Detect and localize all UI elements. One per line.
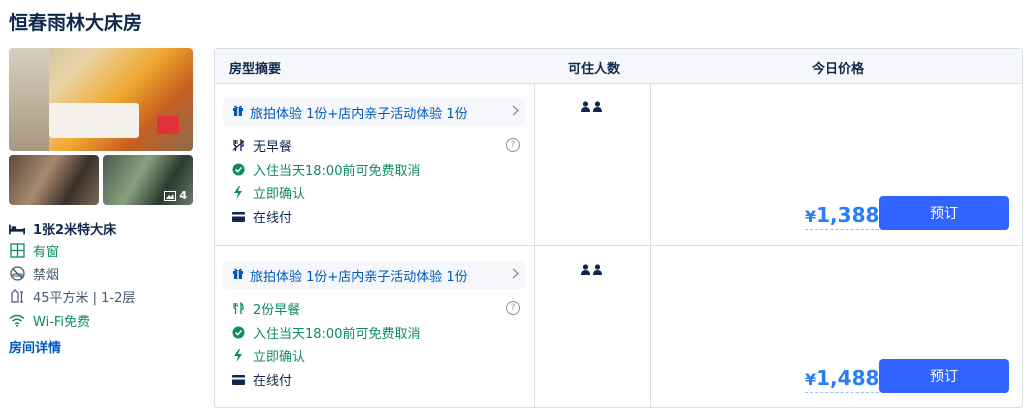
guest-count [581, 101, 602, 112]
lightning-icon [231, 349, 245, 363]
payment-info: 在线付 [231, 370, 292, 389]
wifi-label: Wi-Fi免费 [33, 315, 91, 330]
package-label: 旅拍体验 1份+店内亲子活动体验 1份 [250, 106, 468, 122]
gift-icon [232, 267, 244, 283]
person-icon [593, 101, 602, 112]
instant-confirm: 立即确认 [231, 183, 305, 202]
no-meal-icon [231, 139, 245, 153]
window-label: 有窗 [33, 245, 60, 260]
room-title: 恒春雨林大床房 [9, 12, 143, 34]
chevron-right-icon [512, 105, 519, 120]
room-details-link[interactable]: 房间详情 [9, 337, 61, 356]
area-label: 45平方米 | 1-2层 [33, 291, 136, 306]
header-price: 今日价格 [812, 62, 865, 77]
gift-icon [232, 104, 244, 120]
instant-confirm: 立即确认 [231, 346, 305, 365]
help-icon[interactable]: ? [506, 301, 520, 315]
card-icon [231, 373, 245, 387]
bed-label: 1张2米特大床 [33, 223, 117, 238]
feature-area: 45平方米 | 1-2层 [9, 287, 135, 306]
price-value: 1,488 [816, 366, 880, 390]
header-summary: 房型摘要 [229, 62, 282, 77]
cancel-policy: 入住当天18:00前可免费取消 [231, 160, 420, 179]
person-icon [593, 264, 602, 275]
payment-info: 在线付 [231, 207, 292, 226]
check-circle-icon [231, 326, 245, 340]
header-guests: 可住人数 [568, 62, 621, 77]
cancel-label: 入住当天18:00前可免费取消 [253, 327, 421, 342]
package-label: 旅拍体验 1份+店内亲子活动体验 1份 [250, 269, 468, 285]
meal-icon [231, 302, 245, 316]
rate-table: 房型摘要 可住人数 今日价格 旅拍体验 1份+店内亲子活动体验 1份 无早餐 ? [214, 48, 1023, 408]
no-smoking-label: 禁烟 [33, 268, 60, 283]
photo-count-badge: 4 [164, 189, 187, 202]
photo-count: 4 [179, 189, 187, 202]
chevron-right-icon [512, 268, 519, 283]
price-display[interactable]: ¥1,488 [805, 366, 880, 393]
confirm-label: 立即确认 [253, 350, 306, 365]
feature-no-smoking: 禁烟 [9, 264, 59, 283]
bed-icon [9, 221, 25, 237]
person-icon [581, 264, 590, 275]
package-banner[interactable]: 旅拍体验 1份+店内亲子活动体验 1份 [223, 261, 525, 289]
room-thumbnail-2[interactable]: 4 [103, 155, 193, 205]
guest-count [581, 264, 602, 275]
book-button[interactable]: 预订 [879, 196, 1009, 230]
payment-label: 在线付 [253, 374, 293, 389]
person-icon [581, 101, 590, 112]
lightning-icon [231, 186, 245, 200]
help-icon[interactable]: ? [506, 138, 520, 152]
cancel-policy: 入住当天18:00前可免费取消 [231, 323, 420, 342]
card-icon [231, 210, 245, 224]
book-button[interactable]: 预订 [879, 359, 1009, 393]
currency-symbol: ¥ [805, 207, 817, 226]
meal-info: 无早餐 [231, 136, 292, 155]
price-display[interactable]: ¥1,388 [805, 203, 880, 230]
room-thumbnail-1[interactable] [9, 155, 99, 205]
image-icon [164, 190, 177, 201]
window-icon [9, 243, 25, 259]
area-icon [9, 289, 25, 305]
package-banner[interactable]: 旅拍体验 1份+店内亲子活动体验 1份 [223, 98, 525, 126]
room-main-photo[interactable] [9, 48, 193, 151]
feature-wifi: Wi-Fi免费 [9, 311, 90, 330]
wifi-icon [9, 313, 25, 329]
confirm-label: 立即确认 [253, 187, 306, 202]
meal-label: 2份早餐 [253, 303, 301, 318]
price-value: 1,388 [816, 203, 880, 227]
cancel-label: 入住当天18:00前可免费取消 [253, 164, 421, 179]
meal-label: 无早餐 [253, 140, 293, 155]
payment-label: 在线付 [253, 211, 293, 226]
feature-bed: 1张2米特大床 [9, 219, 116, 238]
table-header: 房型摘要 可住人数 今日价格 [215, 49, 1022, 84]
meal-info: 2份早餐 [231, 299, 300, 318]
no-smoking-icon [9, 266, 25, 282]
currency-symbol: ¥ [805, 370, 817, 389]
feature-window: 有窗 [9, 241, 59, 260]
check-circle-icon [231, 163, 245, 177]
